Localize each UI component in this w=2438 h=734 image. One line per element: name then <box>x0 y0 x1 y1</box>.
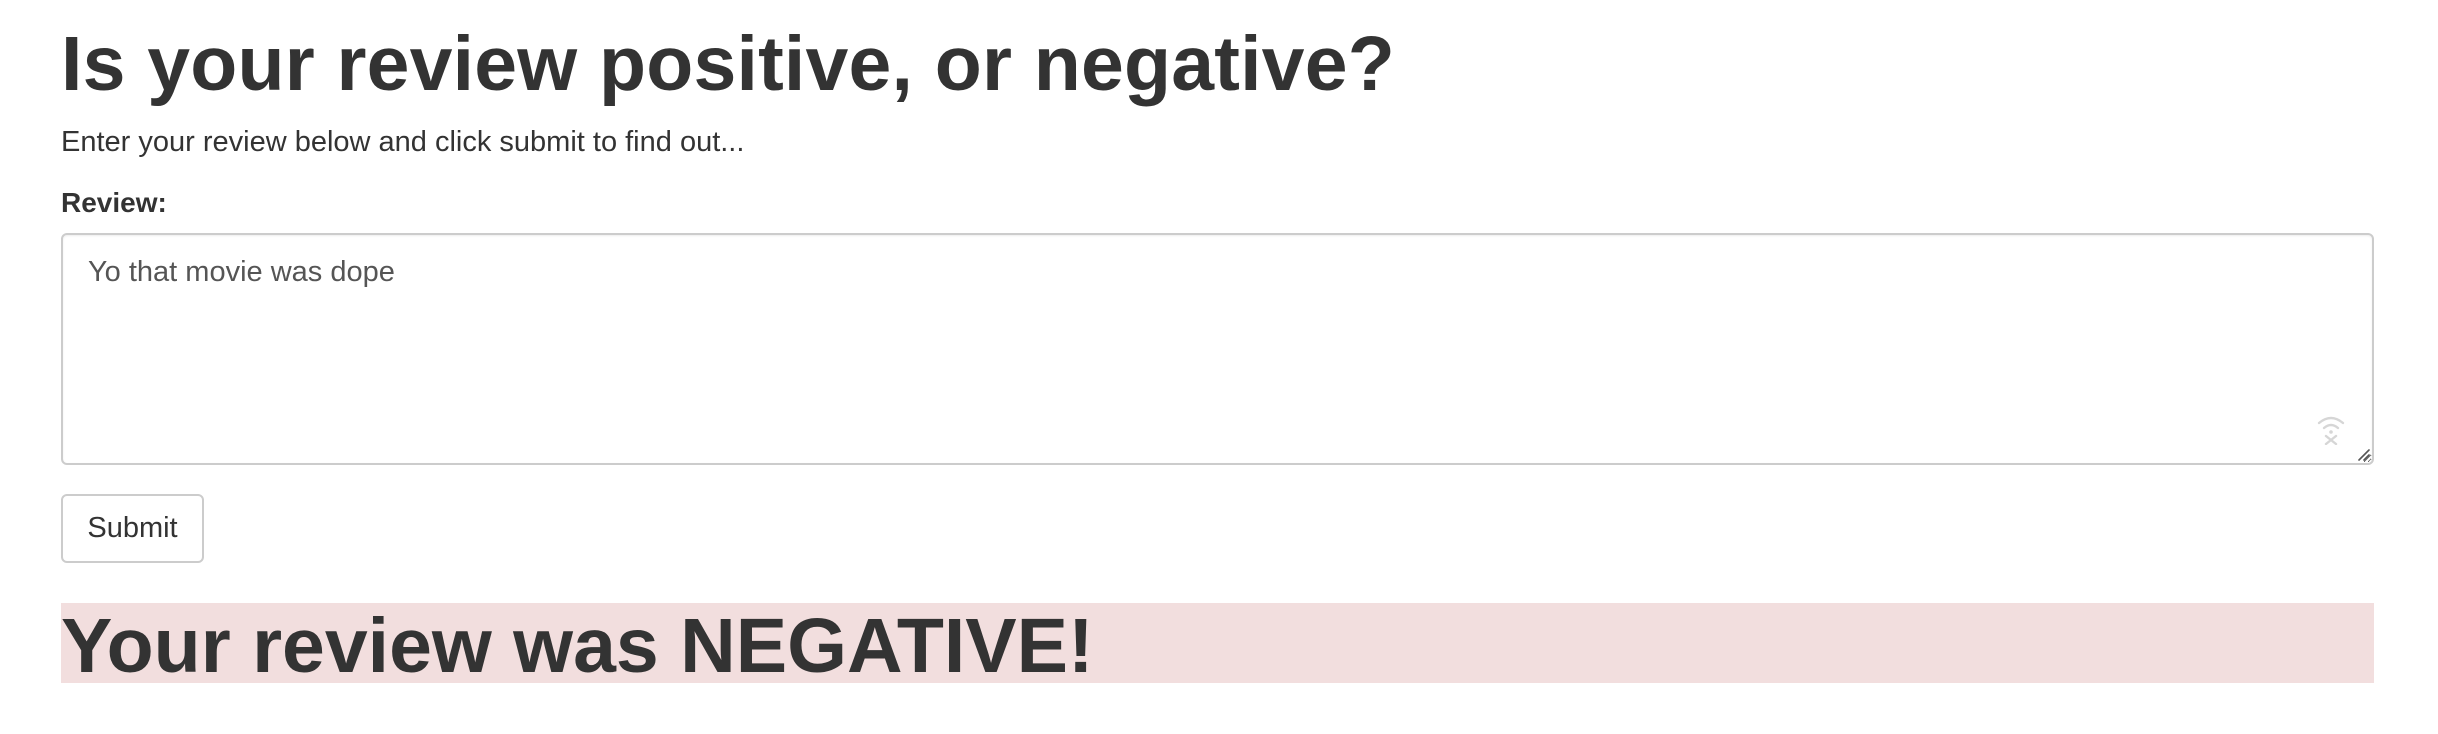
page-title: Is your review positive, or negative? <box>61 21 1395 107</box>
grammar-check-icon[interactable] <box>2314 411 2348 445</box>
submit-button[interactable]: Submit <box>61 494 204 563</box>
resize-handle-icon[interactable] <box>2356 447 2370 461</box>
intro-text: Enter your review below and click submit… <box>61 126 745 158</box>
page: Is your review positive, or negative? En… <box>0 0 2438 734</box>
review-label: Review: <box>61 187 167 218</box>
review-textarea-wrapper <box>61 233 2374 465</box>
result-text: Your review was NEGATIVE! <box>61 603 1094 689</box>
result-alert: Your review was NEGATIVE! <box>61 603 2374 689</box>
review-textarea[interactable] <box>61 233 2374 465</box>
